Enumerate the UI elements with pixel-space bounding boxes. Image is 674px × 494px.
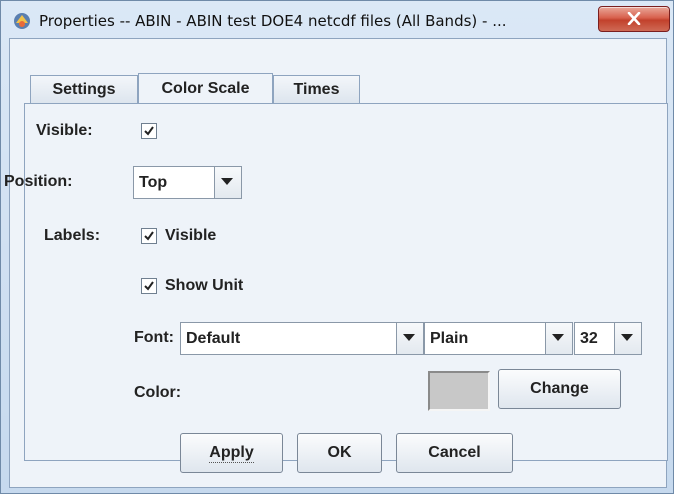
apply-button-label: Apply [209, 443, 254, 463]
tab-color-scale[interactable]: Color Scale [138, 73, 273, 103]
show-unit-checkbox[interactable] [141, 278, 157, 294]
close-button[interactable] [598, 6, 670, 32]
font-family-value: Default [186, 330, 241, 347]
tab-settings[interactable]: Settings [30, 75, 138, 103]
title-bar[interactable]: Properties -- ABIN - ABIN test DOE4 netc… [1, 1, 673, 38]
position-value: Top [139, 174, 168, 191]
ok-button[interactable]: OK [297, 433, 382, 473]
close-icon [627, 12, 641, 25]
apply-button[interactable]: Apply [180, 433, 283, 473]
labels-visible-label[interactable]: Visible [165, 227, 216, 245]
labels-label: Labels: [44, 227, 101, 244]
chevron-down-icon[interactable] [545, 323, 572, 354]
show-unit-label[interactable]: Show Unit [165, 277, 243, 295]
cancel-button[interactable]: Cancel [396, 433, 513, 473]
font-style-select[interactable]: Plain [424, 322, 573, 355]
color-swatch [428, 371, 490, 411]
color-label: Color: [134, 384, 182, 401]
position-label: Position: [4, 173, 73, 190]
font-family-select[interactable]: Default [180, 322, 424, 355]
window-title: Properties -- ABIN - ABIN test DOE4 netc… [39, 12, 507, 30]
font-style-value: Plain [430, 330, 469, 347]
chevron-down-icon[interactable] [214, 167, 241, 198]
dialog-content: Settings Color Scale Times Visible: Posi… [4, 38, 668, 488]
properties-dialog: Properties -- ABIN - ABIN test DOE4 netc… [0, 0, 674, 494]
visible-checkbox[interactable] [141, 123, 157, 139]
font-label: Font: [134, 329, 174, 346]
tab-times[interactable]: Times [273, 75, 360, 103]
visible-label: Visible: [36, 122, 93, 139]
chevron-down-icon[interactable] [614, 323, 641, 354]
position-select[interactable]: Top [133, 166, 242, 199]
font-size-value: 32 [580, 330, 598, 347]
app-icon [13, 12, 31, 30]
labels-visible-checkbox[interactable] [141, 228, 157, 244]
check-icon [144, 126, 154, 136]
check-icon [144, 231, 154, 241]
font-size-select[interactable]: 32 [574, 322, 642, 355]
change-color-button[interactable]: Change [498, 369, 621, 409]
chevron-down-icon[interactable] [396, 323, 423, 354]
check-icon [144, 281, 154, 291]
